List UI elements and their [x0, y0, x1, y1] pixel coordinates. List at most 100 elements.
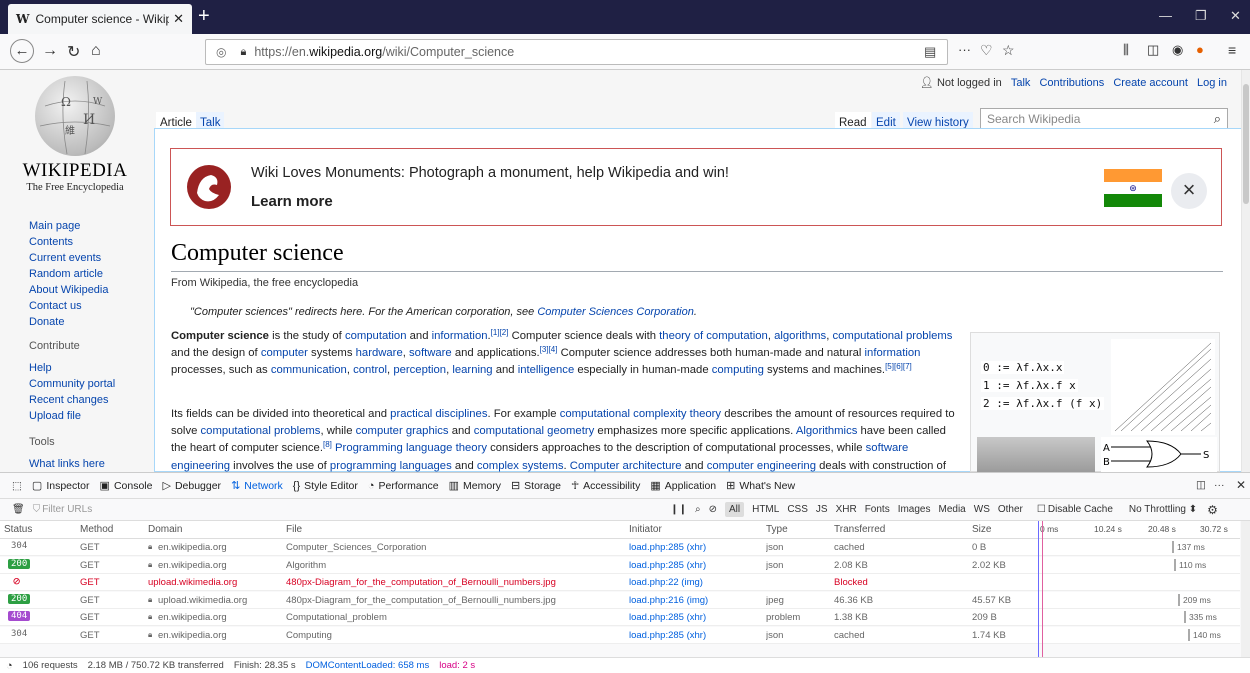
cell-initiator[interactable]: load.php:285 (xhr) — [629, 542, 759, 553]
filter-type-fonts[interactable]: Fonts — [865, 504, 890, 515]
filter-type-js[interactable]: JS — [816, 504, 828, 515]
sidebar-link-contact[interactable]: Contact us — [29, 298, 109, 314]
reload-icon[interactable]: ↻ — [67, 42, 80, 62]
table-row[interactable]: ⊘ GET upload.wikimedia.org 480px-Diagram_fo… — [0, 574, 1240, 591]
filter-type-other[interactable]: Other — [998, 504, 1023, 515]
restore-icon[interactable]: ❐ — [1195, 8, 1207, 24]
block-icon[interactable]: ⊘ — [709, 504, 717, 515]
sidebar-link-contents[interactable]: Contents — [29, 234, 109, 250]
filter-type-media[interactable]: Media — [939, 504, 966, 515]
table-row[interactable]: 200 GET upload.wikimedia.org 480px-Diagram_… — [0, 591, 1240, 609]
sidebar-link-main-page[interactable]: Main page — [29, 218, 109, 234]
cell-initiator[interactable]: load.php:285 (xhr) — [629, 612, 759, 623]
dock-icon[interactable]: ◫ — [1196, 479, 1206, 491]
pick-element-icon[interactable]: ⬚ — [12, 480, 22, 492]
sidebar-link-current-events[interactable]: Current events — [29, 250, 109, 266]
table-row[interactable]: 304 GET en.wikipedia.org Computer_Sciences_… — [0, 539, 1240, 556]
close-window-icon[interactable]: ✕ — [1230, 8, 1241, 24]
account-icon[interactable]: ◉ — [1172, 42, 1183, 58]
col-transferred[interactable]: Transferred — [834, 524, 885, 535]
more-options-icon[interactable]: ··· — [1214, 479, 1225, 491]
url-bar[interactable]: ◎ 🔒︎ https://en. wikipedia.org/wiki/Compu… — [205, 39, 948, 65]
menu-icon[interactable]: ≡ — [1228, 42, 1236, 58]
devtools-tab-performance[interactable]: ◔ Performance — [368, 480, 439, 492]
tracking-shield-icon[interactable]: ◎ — [216, 45, 226, 59]
browser-tab[interactable]: W Computer science - Wikipedia ✕ — [8, 4, 192, 34]
disable-cache-checkbox[interactable]: ☐ — [1037, 504, 1046, 515]
back-arrow-icon[interactable]: ← — [10, 39, 34, 63]
pocket-icon[interactable]: ♡ — [980, 42, 993, 59]
filter-type-all[interactable]: All — [724, 502, 745, 517]
bookmark-star-icon[interactable]: ☆ — [1002, 42, 1015, 59]
library-icon[interactable]: ⫼ — [1123, 42, 1129, 58]
personal-talk-link[interactable]: Talk — [1011, 77, 1031, 89]
sidebar-icon[interactable]: ◫ — [1147, 42, 1159, 58]
filter-type-html[interactable]: HTML — [752, 504, 779, 515]
search-icon[interactable]: ⌕ — [1214, 111, 1221, 127]
sidebar-link-donate[interactable]: Donate — [29, 314, 109, 330]
devtools-tab-network[interactable]: ⇅ Network — [231, 479, 283, 493]
banner-close-button[interactable]: × — [1171, 173, 1207, 209]
contributions-link[interactable]: Contributions — [1039, 77, 1104, 89]
col-size[interactable]: Size — [972, 524, 991, 535]
devtools-tab-application[interactable]: ▦ Application — [650, 479, 716, 493]
sidebar-link-recent-changes[interactable]: Recent changes — [29, 392, 115, 408]
wikipedia-logo[interactable]: Ω И W 維 WIKIPEDIA The Free Encyclopedia — [20, 76, 130, 196]
reload-stats-icon[interactable]: ◔ — [6, 660, 13, 672]
page-actions-icon[interactable]: ··· — [958, 42, 971, 57]
filter-type-css[interactable]: CSS — [787, 504, 808, 515]
hatnote-link[interactable]: Computer Sciences Corporation — [537, 306, 694, 318]
filter-type-xhr[interactable]: XHR — [836, 504, 857, 515]
minimize-icon[interactable]: — — [1159, 8, 1172, 23]
scrollbar-thumb[interactable] — [1243, 84, 1249, 204]
sidebar-link-random-article[interactable]: Random article — [29, 266, 109, 282]
throttling-select[interactable]: No Throttling ⬍ — [1129, 504, 1197, 515]
cell-initiator[interactable]: load.php:285 (xhr) — [629, 630, 759, 641]
new-tab-button[interactable]: + — [198, 6, 210, 26]
col-status[interactable]: Status — [4, 524, 32, 535]
sidebar-link-community-portal[interactable]: Community portal — [29, 376, 115, 392]
home-icon[interactable]: ⌂ — [91, 42, 101, 60]
cell-initiator[interactable]: load.php:22 (img) — [629, 577, 759, 588]
close-tab-icon[interactable]: ✕ — [173, 11, 184, 27]
devtools-tab-whats-new[interactable]: ⊞ What's New — [726, 479, 795, 493]
col-domain[interactable]: Domain — [148, 524, 182, 535]
sidebar-link-about[interactable]: About Wikipedia — [29, 282, 109, 298]
banner-learn-more[interactable]: Learn more — [251, 193, 333, 210]
forward-arrow-icon[interactable]: → — [42, 42, 58, 60]
lock-icon[interactable]: 🔒︎ — [240, 46, 246, 59]
col-type[interactable]: Type — [766, 524, 788, 535]
devtools-tab-debugger[interactable]: ▷ Debugger — [162, 479, 221, 493]
cell-initiator[interactable]: load.php:285 (xhr) — [629, 560, 759, 571]
col-initiator[interactable]: Initiator — [629, 524, 662, 535]
pause-icon[interactable]: ❙❙ — [670, 504, 687, 515]
sidebar-link-upload-file[interactable]: Upload file — [29, 408, 115, 424]
settings-gear-icon[interactable]: ⚙ — [1207, 503, 1218, 517]
devtools-tab-style-editor[interactable]: {} Style Editor — [293, 480, 358, 492]
devtools-tab-console[interactable]: ▣ Console — [100, 479, 153, 493]
col-file[interactable]: File — [286, 524, 302, 535]
devtools-scrollbar[interactable] — [1241, 521, 1250, 657]
table-row[interactable]: 200 GET en.wikipedia.org Algorithm load.php:… — [0, 556, 1240, 574]
filter-type-images[interactable]: Images — [898, 504, 931, 515]
sidebar-link-help[interactable]: Help — [29, 360, 115, 376]
table-row[interactable]: 304 GET en.wikipedia.org Computing load.php:… — [0, 626, 1240, 644]
sidebar-link-what-links-here[interactable]: What links here — [29, 456, 105, 472]
wiki-search-input[interactable]: Search Wikipedia ⌕ — [980, 108, 1228, 130]
page-scrollbar[interactable] — [1241, 70, 1250, 472]
close-devtools-icon[interactable]: ✕ — [1236, 478, 1246, 492]
table-row[interactable]: 404 GET en.wikipedia.org Computational_prob… — [0, 609, 1240, 626]
reader-view-icon[interactable]: ▤ — [924, 44, 936, 60]
col-method[interactable]: Method — [80, 524, 113, 535]
cell-initiator[interactable]: load.php:216 (img) — [629, 595, 759, 606]
filter-urls-input[interactable]: Filter URLs — [42, 504, 662, 515]
create-account-link[interactable]: Create account — [1113, 77, 1188, 89]
search-requests-icon[interactable]: ⌕ — [695, 504, 701, 515]
filter-type-ws[interactable]: WS — [974, 504, 990, 515]
devtools-tab-accessibility[interactable]: ☥ Accessibility — [571, 479, 640, 493]
clear-requests-icon[interactable]: 🗑︎ — [12, 504, 25, 515]
devtools-tab-inspector[interactable]: ▢ Inspector — [32, 479, 90, 493]
extension-icon[interactable]: ● — [1196, 42, 1204, 57]
devtools-tab-storage[interactable]: ⊟ Storage — [511, 479, 561, 493]
devtools-tab-memory[interactable]: ▥ Memory — [449, 479, 501, 493]
